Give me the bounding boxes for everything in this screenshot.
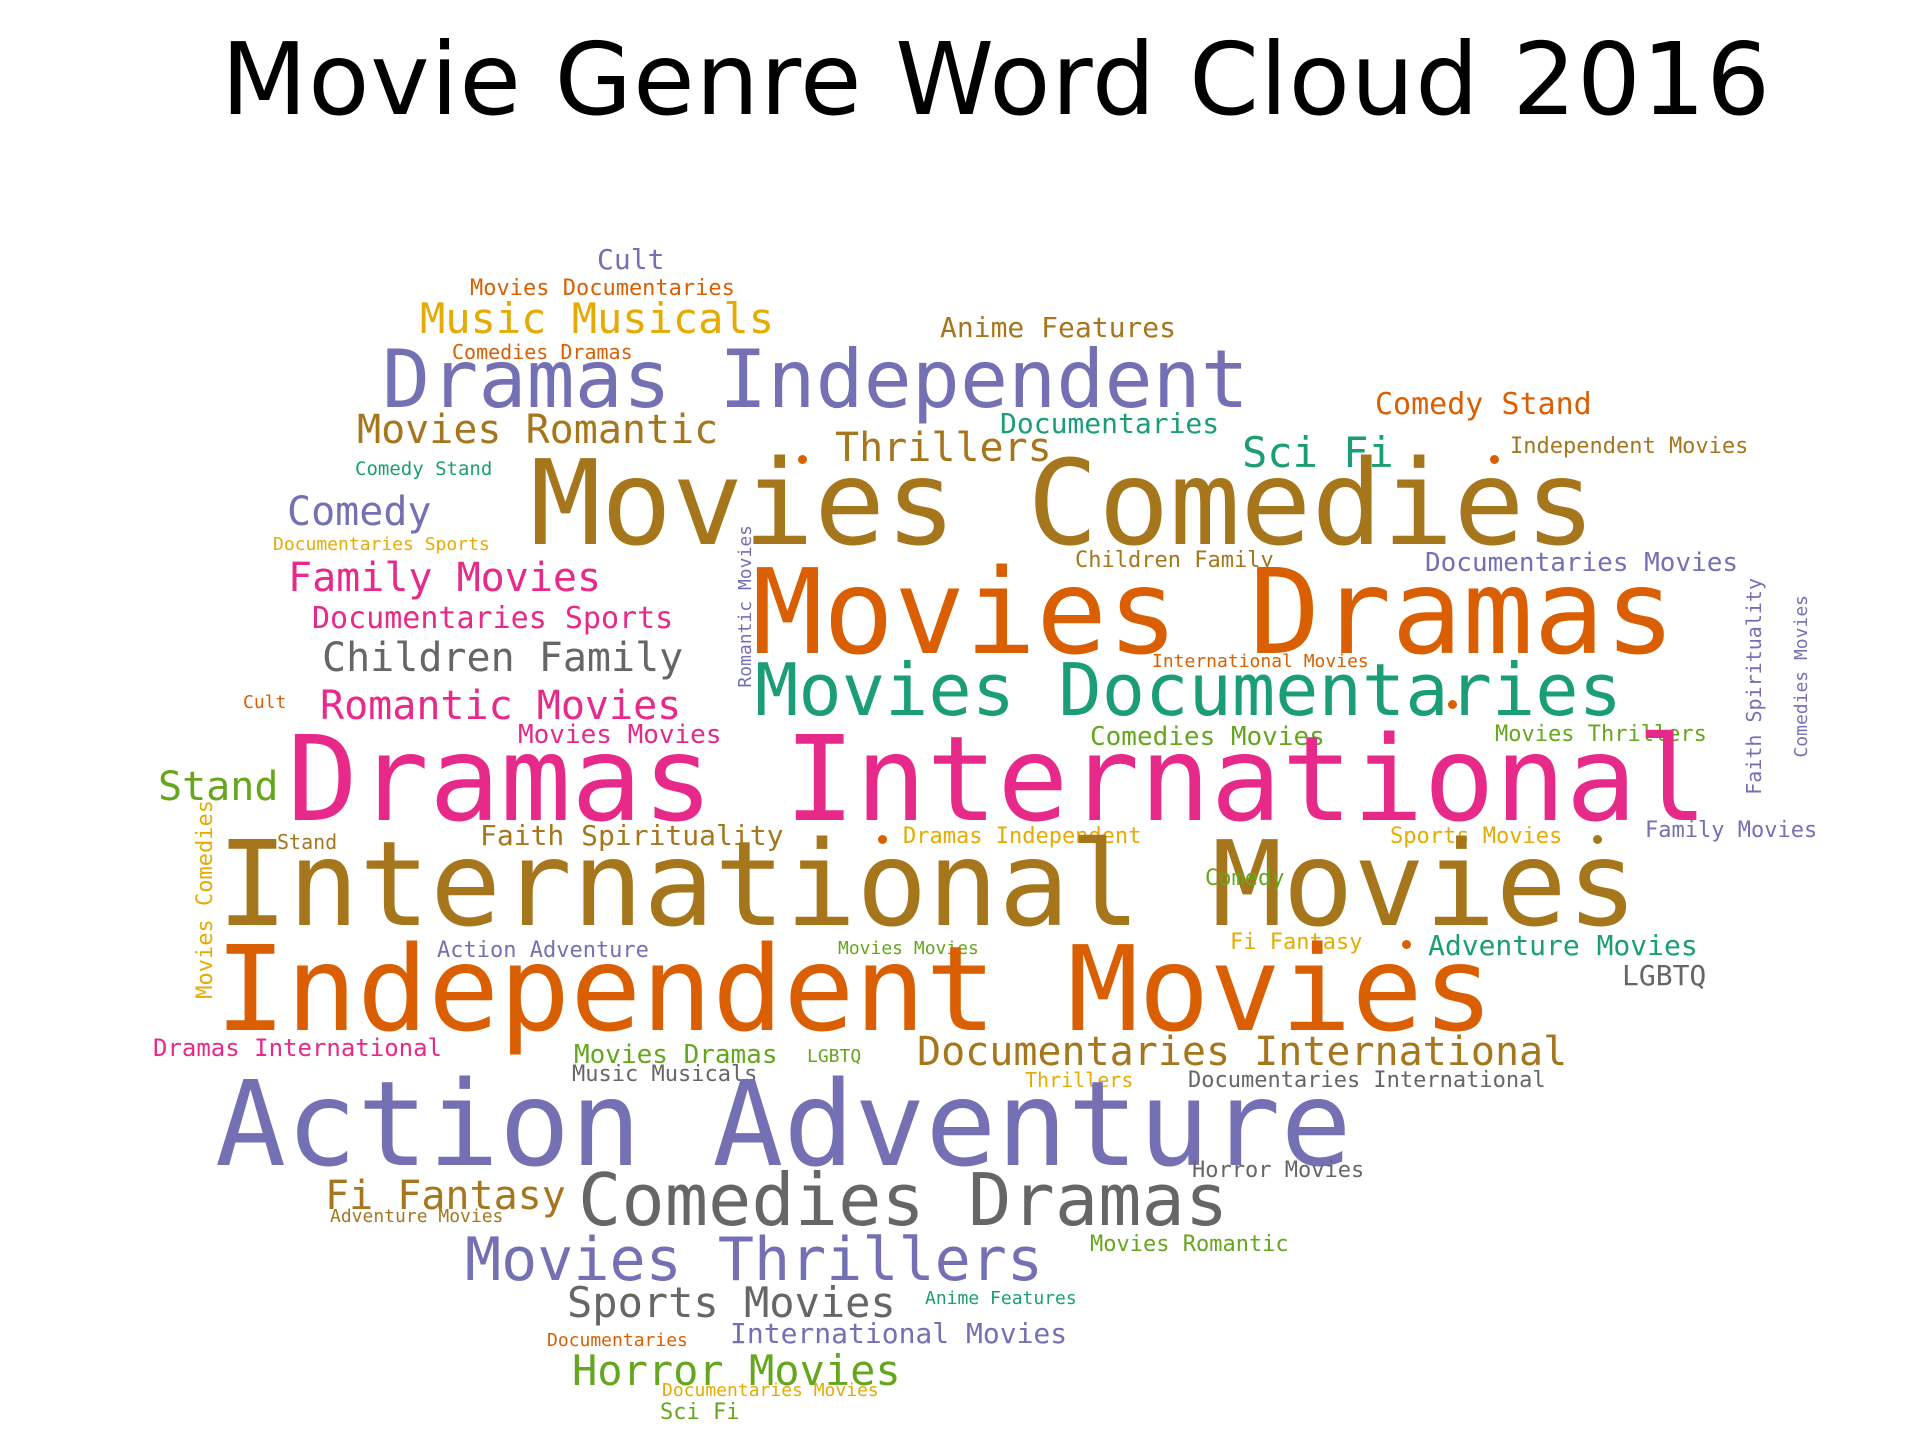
cloud-dot	[1448, 700, 1457, 709]
cloud-dot	[798, 455, 807, 464]
cloud-word: Movies Comedies	[193, 800, 218, 999]
cloud-dot	[878, 835, 887, 844]
cloud-word: Stand	[158, 764, 279, 810]
cloud-word: Sci Fi	[660, 1400, 740, 1425]
cloud-word: Comedy Stand	[1375, 387, 1592, 422]
cloud-word: Family Movies	[288, 555, 602, 601]
cloud-dot	[1490, 455, 1499, 464]
cloud-word: Cult	[243, 692, 287, 713]
cloud-word: Children Family	[322, 635, 684, 681]
cloud-word: Comedy	[1205, 866, 1285, 891]
cloud-word: Comedy	[287, 489, 432, 535]
cloud-word: Romantic Movies	[735, 525, 756, 688]
cloud-word: Family Movies	[1645, 818, 1818, 843]
cloud-word: Documentaries Sports	[312, 601, 674, 636]
cloud-word: Adventure Movies	[330, 1206, 504, 1227]
cloud-dot	[1593, 835, 1602, 844]
cloud-word: Anime Features	[925, 1288, 1077, 1309]
cloud-word: Faith Spirituality	[1742, 578, 1766, 795]
cloud-dot	[1402, 940, 1411, 949]
cloud-word: Movies Romantic	[1090, 1232, 1289, 1257]
cloud-word: Documentaries Movies	[662, 1380, 879, 1401]
cloud-word: Documentaries Sports	[273, 534, 490, 555]
cloud-word: Comedy Stand	[355, 458, 493, 480]
word-cloud: Cult Movies Documentaries Music Musicals An…	[0, 0, 1912, 1446]
cloud-word: LGBTQ	[1622, 959, 1707, 992]
cloud-word: International Movies	[730, 1317, 1068, 1350]
cloud-word: Comedies Movies	[1791, 595, 1812, 758]
cloud-word: Cult	[597, 243, 665, 276]
